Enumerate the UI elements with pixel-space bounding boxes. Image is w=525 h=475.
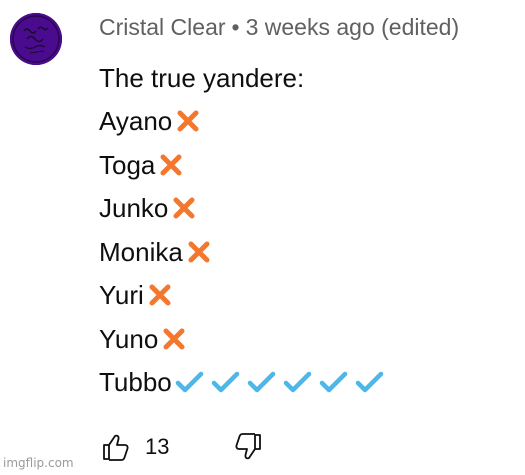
- comment-actions: 13: [99, 430, 265, 464]
- comment-line: Toga: [99, 143, 384, 187]
- check-mark-icon: [282, 368, 312, 396]
- avatar[interactable]: [10, 13, 62, 65]
- comment-time[interactable]: 3 weeks ago (edited): [246, 14, 460, 40]
- cross-mark-icon: [157, 151, 185, 179]
- like-button[interactable]: [99, 430, 133, 464]
- comment-line: Ayano: [99, 100, 384, 144]
- watermark: imgflip.com: [3, 456, 74, 470]
- check-mark-icon: [318, 368, 348, 396]
- cross-mark-icon: [146, 281, 174, 309]
- comment-line: Yuri: [99, 274, 384, 318]
- comment-line: Monika: [99, 230, 384, 274]
- meta-separator: •: [231, 14, 240, 40]
- comment-line-text: Monika: [99, 236, 183, 267]
- comment-line-text: Tubbo: [99, 367, 172, 398]
- comment-line-text: Yuri: [99, 280, 144, 311]
- cross-mark-icon: [185, 238, 213, 266]
- check-mark-icon: [246, 368, 276, 396]
- comment-line: Tubbo: [99, 361, 384, 405]
- comment-line-text: Junko: [99, 193, 169, 224]
- comment-line-text: Ayano: [99, 106, 173, 137]
- thumbs-down-icon: [235, 433, 262, 460]
- cross-mark-icon: [170, 194, 198, 222]
- author-name[interactable]: Cristal Clear: [99, 14, 226, 40]
- comment-body: The true yandere: Ayano Toga Junko Monika Yur…: [99, 56, 384, 404]
- comment-line-text: The true yandere:: [99, 62, 305, 93]
- comment-line-text: Toga: [99, 149, 156, 180]
- check-marks: [174, 368, 384, 396]
- comment-line: Yuno: [99, 317, 384, 361]
- avatar-icon: [10, 13, 62, 65]
- comment-meta: Cristal Clear • 3 weeks ago (edited): [99, 14, 459, 40]
- comment-line: Junko: [99, 187, 384, 231]
- comment-line: The true yandere:: [99, 56, 384, 100]
- comment-line-text: Yuno: [99, 323, 159, 354]
- check-mark-icon: [174, 368, 204, 396]
- cross-mark-icon: [160, 325, 188, 353]
- check-mark-icon: [210, 368, 240, 396]
- check-mark-icon: [354, 368, 384, 396]
- thumbs-up-icon: [103, 434, 129, 461]
- dislike-button[interactable]: [231, 430, 265, 464]
- like-count: 13: [145, 434, 170, 459]
- cross-mark-icon: [174, 107, 202, 135]
